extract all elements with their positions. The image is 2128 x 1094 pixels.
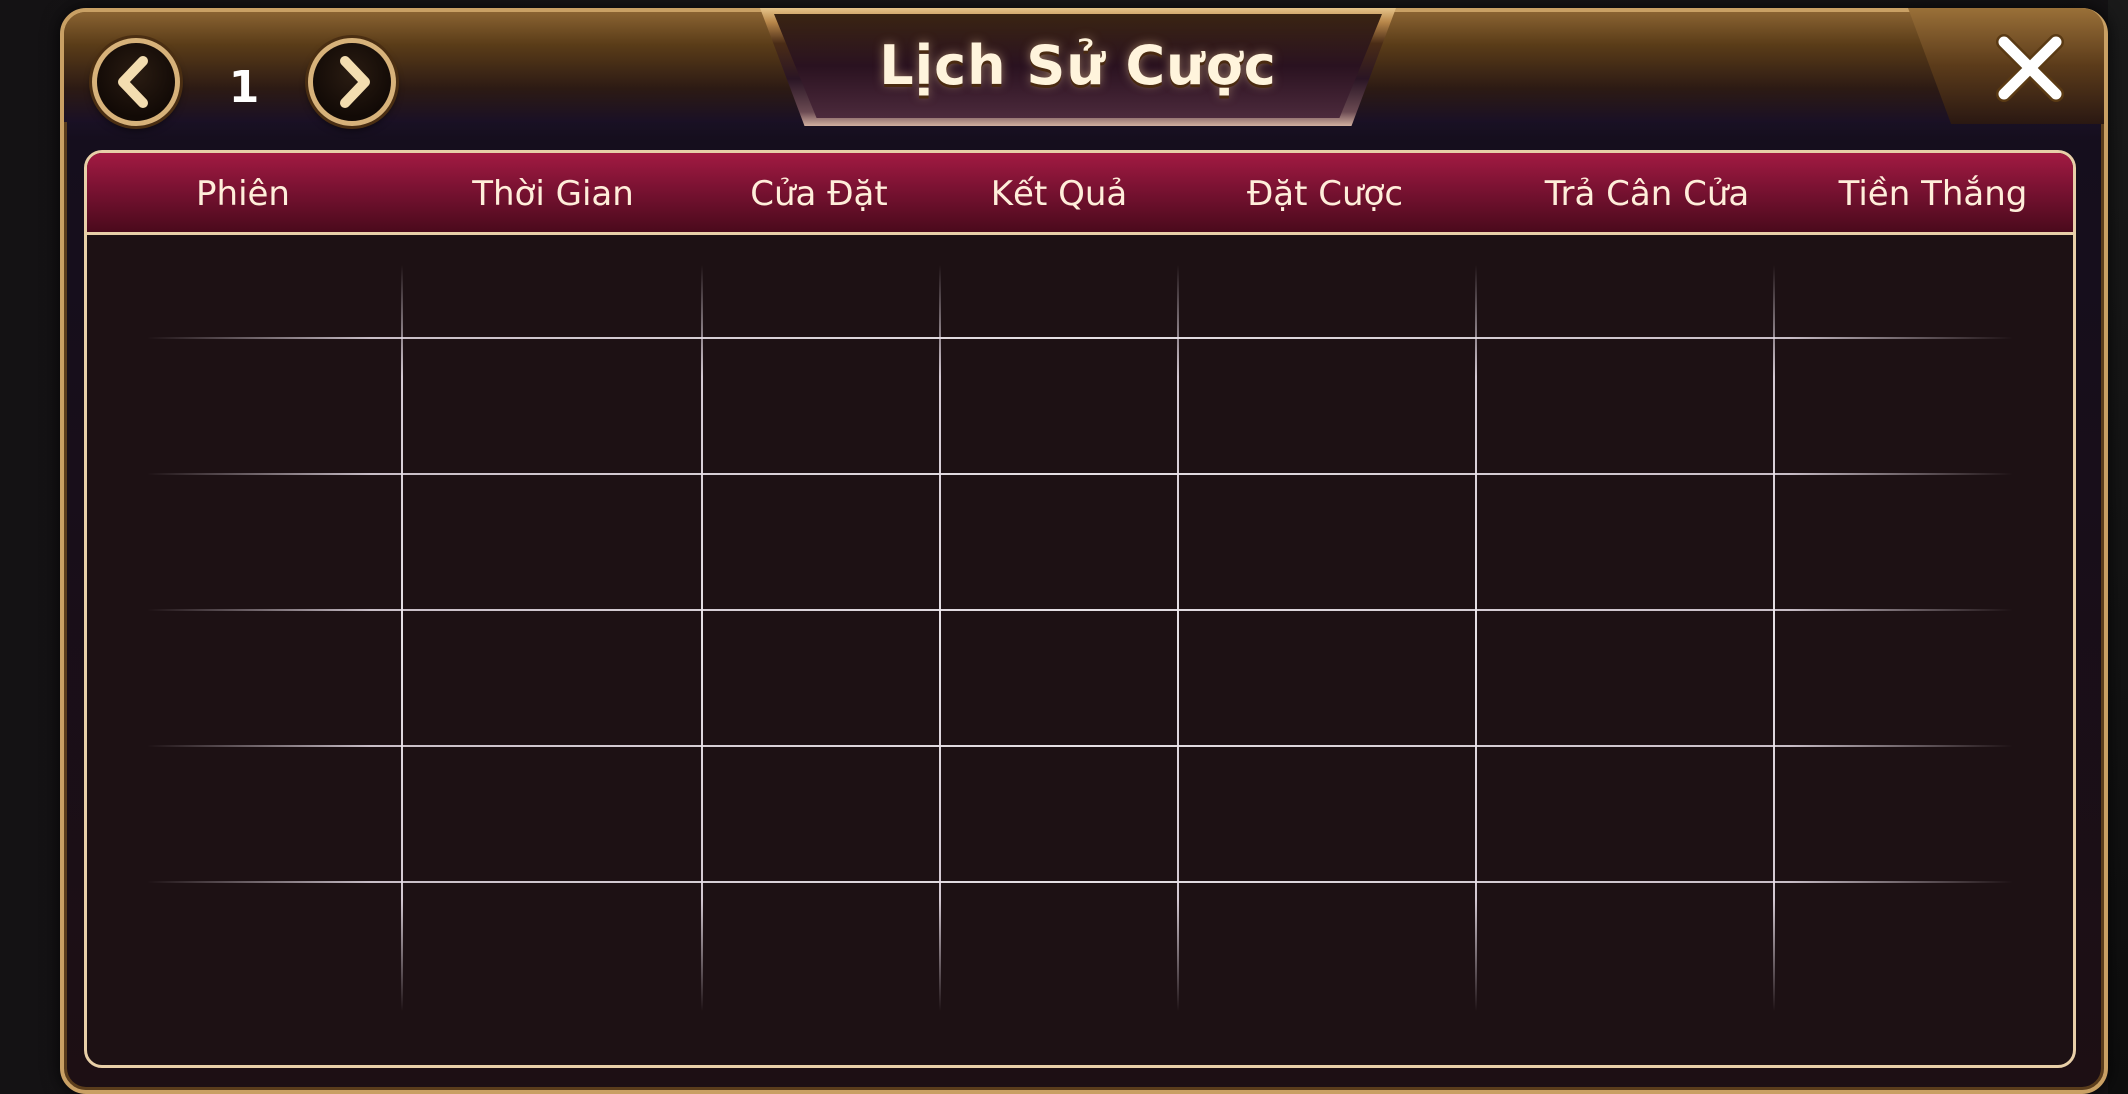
table-header: Phiên Thời Gian Cửa Đặt Kết Quả Đặt Cược…	[87, 153, 2073, 235]
chevron-right-icon	[340, 56, 370, 108]
history-table: Phiên Thời Gian Cửa Đặt Kết Quả Đặt Cược…	[84, 150, 2076, 1068]
column-divider	[1475, 265, 1477, 1011]
row-divider	[147, 337, 2013, 339]
column-divider	[701, 265, 703, 1011]
close-icon	[1996, 34, 2064, 102]
page-number: 1	[228, 62, 260, 113]
close-button[interactable]	[1982, 20, 2078, 116]
col-header-time: Thời Gian	[472, 174, 634, 214]
col-header-session: Phiên	[196, 174, 290, 214]
column-divider	[1177, 265, 1179, 1011]
col-header-bet-door: Cửa Đặt	[750, 174, 888, 214]
dialog-title: Lịch Sử Cược	[879, 34, 1277, 97]
col-header-balance-return: Trả Cân Cửa	[1544, 174, 1750, 214]
col-header-bet-amount: Đặt Cược	[1246, 174, 1404, 214]
column-divider	[939, 265, 941, 1011]
col-header-result: Kết Quả	[990, 174, 1128, 214]
table-body	[87, 235, 2073, 1065]
backdrop-edge	[2108, 0, 2128, 1094]
column-divider	[1773, 265, 1775, 1011]
row-divider	[147, 881, 2013, 883]
row-divider	[147, 609, 2013, 611]
row-divider	[147, 473, 2013, 475]
row-divider	[147, 745, 2013, 747]
col-header-winnings: Tiền Thắng	[1838, 174, 2028, 214]
prev-page-button[interactable]	[92, 38, 180, 126]
column-divider	[401, 265, 403, 1011]
chevron-left-icon	[118, 56, 148, 108]
next-page-button[interactable]	[308, 38, 396, 126]
